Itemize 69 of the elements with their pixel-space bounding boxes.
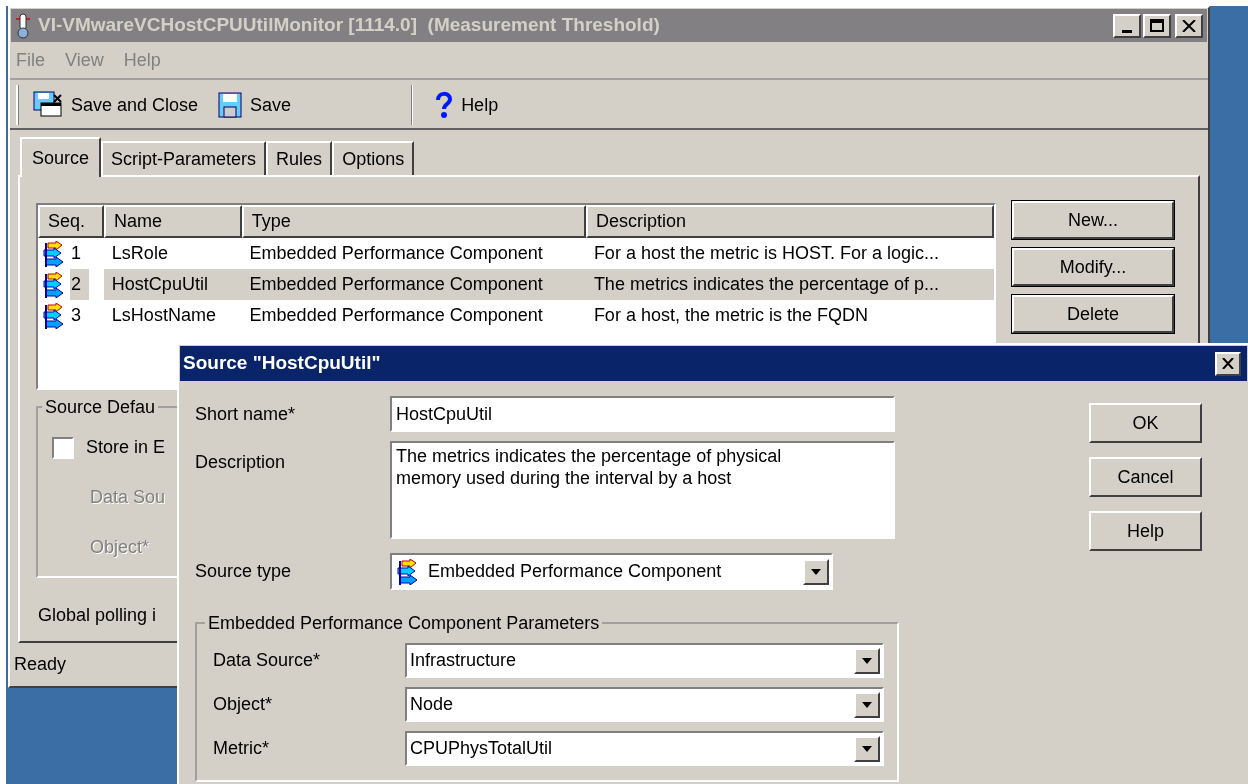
- field-label: Data Sou: [90, 486, 166, 509]
- close-icon: [1222, 358, 1234, 369]
- tab[interactable]: Options: [332, 141, 415, 175]
- table-cell-text: Embedded Performance Component: [248, 242, 544, 265]
- caret-icon: [862, 745, 872, 752]
- table-cell-text: 3: [70, 304, 82, 327]
- field-label: Object*: [213, 693, 274, 716]
- minimize-icon: [1122, 29, 1132, 33]
- checkbox[interactable]: [52, 436, 74, 459]
- dropdown[interactable]: Infrastructure: [405, 643, 884, 678]
- column-header[interactable]: Seq.: [38, 205, 104, 238]
- text-area[interactable]: The metrics indicates the percentage of physical memory used during the interval by a host: [390, 441, 895, 539]
- caret-icon: [811, 568, 821, 575]
- floppy-icon: [218, 92, 243, 118]
- status-text: Ready: [14, 652, 67, 676]
- dropdown-button[interactable]: [854, 691, 880, 718]
- thermometer-icon: [14, 12, 32, 39]
- checkbox-label: Store in E: [86, 436, 166, 459]
- minimize-button[interactable]: [1113, 13, 1141, 38]
- table-cell-text: For a host, the metric is the FQDN: [592, 304, 869, 327]
- column-header[interactable]: Type: [241, 205, 586, 238]
- table-cell: Embedded Performance Component: [241, 269, 586, 300]
- window-title: VI-VMwareVCHostCPUUtilMonitor [1114.0] (Measurement Threshold): [38, 13, 660, 38]
- field-label: Short name*: [195, 402, 297, 426]
- tab[interactable]: Rules: [266, 141, 333, 175]
- table-cell-text: LsHostName: [110, 304, 217, 327]
- table-cell: HostCpuUtil: [103, 269, 242, 300]
- button[interactable]: Modify...: [1012, 248, 1174, 286]
- column-header[interactable]: Name: [103, 205, 242, 238]
- table-cell-text: 1: [70, 242, 82, 265]
- dropdown[interactable]: CPUPhysTotalUtil: [405, 731, 884, 766]
- field-label: Object*: [90, 536, 150, 559]
- close-icon: [1182, 19, 1196, 32]
- button[interactable]: Delete: [1012, 295, 1174, 333]
- column-header[interactable]: Description: [585, 205, 994, 238]
- toolbar-button[interactable]: Help: [435, 91, 499, 119]
- table-cell: The metrics indicates the percentage of p...: [585, 269, 994, 300]
- field-label: Global polling i: [38, 604, 157, 627]
- caret-icon: [862, 701, 872, 708]
- close-button[interactable]: [1175, 13, 1203, 38]
- dropdown-button[interactable]: [854, 647, 880, 674]
- maximize-icon: [1150, 19, 1164, 32]
- floppy-close-icon: [33, 91, 63, 119]
- close-button[interactable]: [1215, 351, 1241, 376]
- tab[interactable]: Source: [20, 137, 102, 177]
- table-cell-text: Embedded Performance Component: [248, 304, 544, 327]
- field-label: Data Source*: [213, 649, 322, 672]
- button[interactable]: OK: [1089, 403, 1202, 443]
- dialog-title: Source "HostCpuUtil": [183, 351, 381, 376]
- caret-icon: [862, 657, 872, 664]
- dropdown-button[interactable]: [854, 735, 880, 762]
- button[interactable]: Help: [1089, 511, 1202, 551]
- text-field[interactable]: HostCpuUtil: [390, 396, 895, 432]
- table-cell-text: LsRole: [110, 242, 169, 265]
- maximize-button[interactable]: [1143, 13, 1171, 38]
- toolbar-button[interactable]: Save: [218, 91, 292, 119]
- table-cell-text: For a host the metric is HOST. For a logic...: [592, 242, 940, 265]
- dropdown-button[interactable]: [803, 558, 829, 585]
- help-icon: [435, 91, 454, 119]
- toolbar-button[interactable]: Save and Close: [33, 91, 199, 119]
- tab[interactable]: Script-Parameters: [101, 141, 267, 175]
- button[interactable]: Cancel: [1089, 457, 1202, 497]
- field-label: Metric*: [213, 737, 270, 760]
- dropdown[interactable]: Embedded Performance Component: [390, 553, 833, 590]
- button[interactable]: New...: [1012, 201, 1174, 239]
- table-cell: 2: [70, 269, 89, 300]
- field-label: Description: [195, 451, 287, 474]
- dropdown[interactable]: Node: [405, 687, 884, 722]
- field-label: Source type: [195, 560, 293, 583]
